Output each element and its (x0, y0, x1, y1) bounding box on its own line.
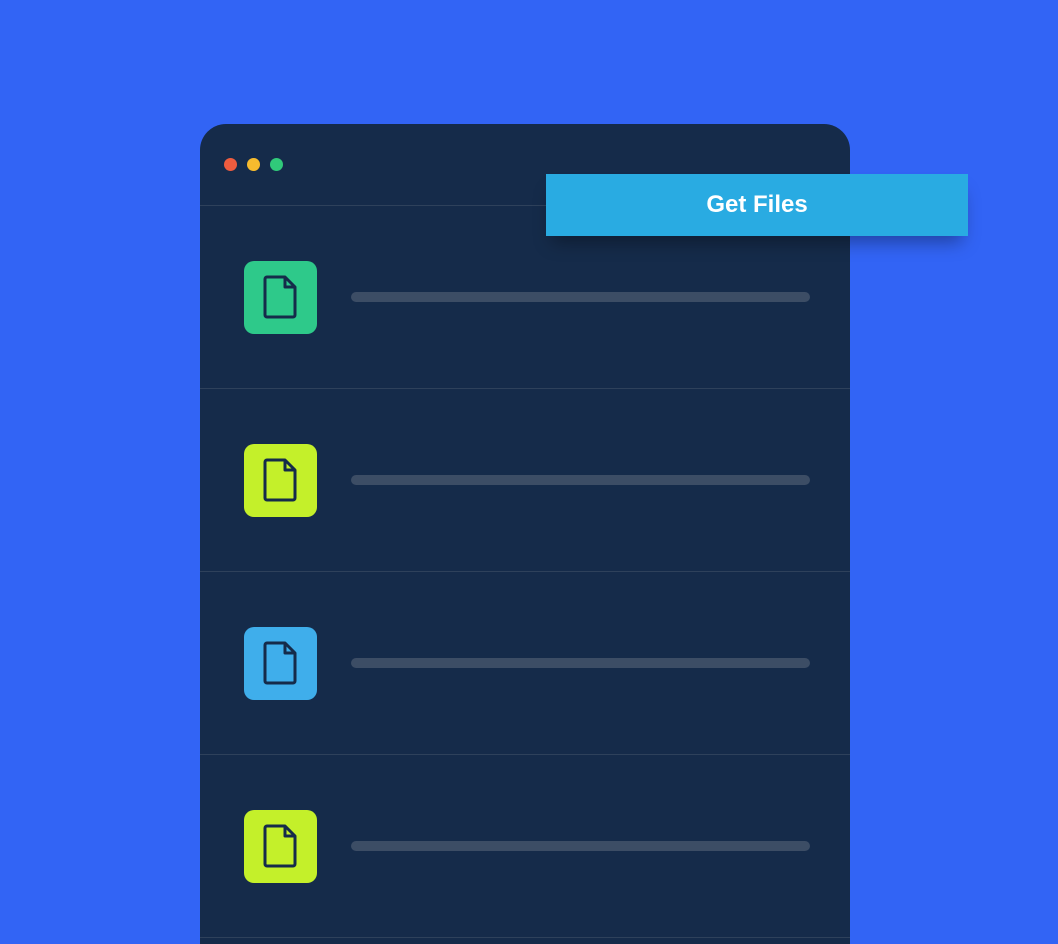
file-placeholder-bar (351, 475, 810, 485)
get-files-button[interactable]: Get Files (546, 174, 968, 236)
minimize-icon[interactable] (247, 158, 260, 171)
file-placeholder-bar (351, 841, 810, 851)
close-icon[interactable] (224, 158, 237, 171)
app-window (200, 124, 850, 944)
file-row[interactable] (200, 755, 850, 938)
file-placeholder-bar (351, 658, 810, 668)
file-row[interactable] (200, 389, 850, 572)
file-row[interactable] (200, 572, 850, 755)
file-placeholder-bar (351, 292, 810, 302)
file-icon (244, 444, 317, 517)
file-icon (244, 627, 317, 700)
maximize-icon[interactable] (270, 158, 283, 171)
file-icon (244, 261, 317, 334)
file-icon (244, 810, 317, 883)
